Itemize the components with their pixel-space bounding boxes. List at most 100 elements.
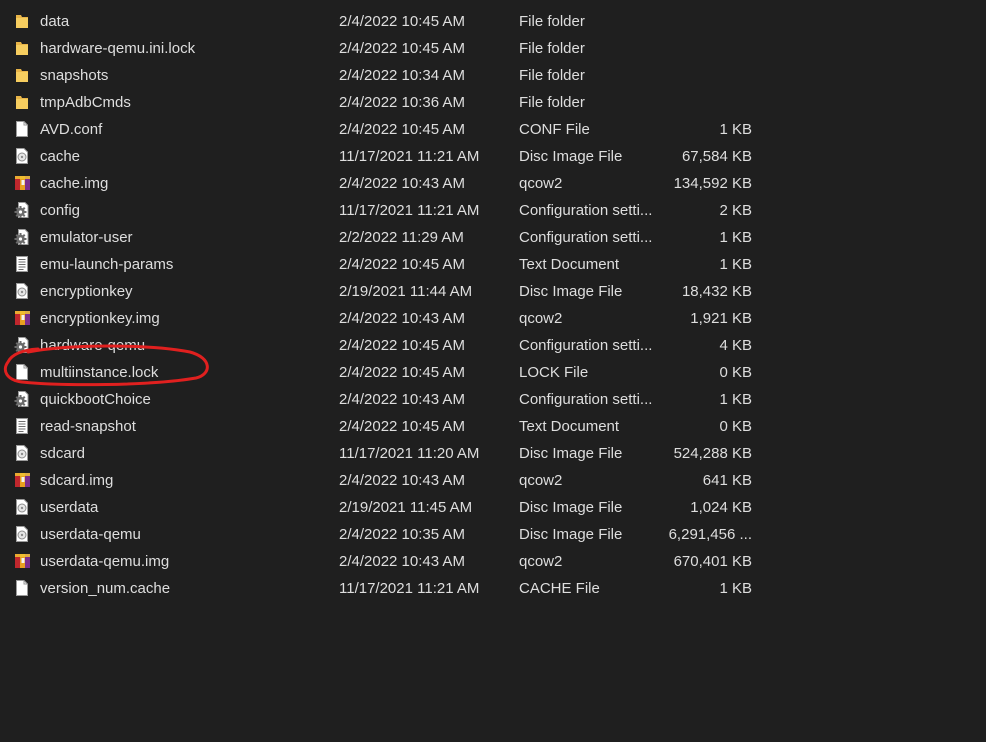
file-type: LOCK File	[519, 364, 589, 381]
file-type: qcow2	[519, 310, 563, 327]
archive-icon	[14, 309, 34, 328]
file-type: File folder	[519, 40, 585, 57]
file-size: 134,592 KB	[673, 175, 752, 192]
file-row[interactable]: sdcard 11/17/2021 11:20 AM Disc Image File…	[0, 440, 986, 467]
file-row[interactable]: userdata 2/19/2021 11:45 AM Disc Image Fil…	[0, 494, 986, 521]
file-type: Configuration setti...	[519, 202, 653, 219]
file-type: Disc Image File	[519, 499, 623, 516]
file-type: CONF File	[519, 121, 590, 138]
file-name: hardware-qemu.ini.lock	[40, 40, 196, 57]
file-type: CACHE File	[519, 580, 600, 597]
file-name: read-snapshot	[40, 418, 136, 435]
archive-icon	[14, 552, 34, 571]
file-type: qcow2	[519, 472, 563, 489]
file-name: sdcard.img	[40, 472, 114, 489]
file-date-modified: 2/4/2022 10:45 AM	[339, 418, 465, 435]
file-row[interactable]: version_num.cache 11/17/2021 11:21 AM CACH…	[0, 575, 986, 602]
file-name: userdata	[40, 499, 99, 516]
file-name: tmpAdbCmds	[40, 94, 131, 111]
file-date-modified: 2/4/2022 10:34 AM	[339, 67, 465, 84]
file-row[interactable]: cache 11/17/2021 11:21 AM Disc Image File 6…	[0, 143, 986, 170]
file-row[interactable]: tmpAdbCmds 2/4/2022 10:36 AM File folder	[0, 89, 986, 116]
file-row[interactable]: encryptionkey.img 2/4/2022 10:43 AM qcow2 1…	[0, 305, 986, 332]
archive-icon	[14, 174, 34, 193]
file-type: Disc Image File	[519, 526, 623, 543]
file-date-modified: 11/17/2021 11:21 AM	[339, 580, 480, 597]
file-date-modified: 2/4/2022 10:45 AM	[339, 337, 465, 354]
file-type: Configuration setti...	[519, 337, 653, 354]
file-row[interactable]: multiinstance.lock 2/4/2022 10:45 AM LOCK …	[0, 359, 986, 386]
file-row[interactable]: snapshots 2/4/2022 10:34 AM File folder	[0, 62, 986, 89]
file-row[interactable]: emu-launch-params 2/4/2022 10:45 AM Text D…	[0, 251, 986, 278]
disc-image-icon	[14, 498, 34, 517]
file-date-modified: 2/4/2022 10:45 AM	[339, 121, 465, 138]
file-row[interactable]: encryptionkey 2/19/2021 11:44 AM Disc Imag…	[0, 278, 986, 305]
file-size: 1 KB	[719, 391, 752, 408]
file-row[interactable]: quickbootChoice 2/4/2022 10:43 AM Configur…	[0, 386, 986, 413]
file-row[interactable]: cache.img 2/4/2022 10:43 AM qcow2 134,592 K…	[0, 170, 986, 197]
file-size	[640, 89, 752, 116]
file-row[interactable]: data 2/4/2022 10:45 AM File folder	[0, 8, 986, 35]
file-name: multiinstance.lock	[40, 364, 159, 381]
disc-image-icon	[14, 525, 34, 544]
file-type: qcow2	[519, 175, 563, 192]
file-name: sdcard	[40, 445, 86, 462]
file-row[interactable]: config 11/17/2021 11:21 AM Configuration s…	[0, 197, 986, 224]
config-gear-icon	[14, 228, 34, 247]
file-type: Text Document	[519, 256, 620, 273]
file-type: File folder	[519, 67, 585, 84]
file-size: 4 KB	[719, 337, 752, 354]
file-list: data 2/4/2022 10:45 AM File folder hardware…	[0, 8, 986, 602]
file-name: emu-launch-params	[40, 256, 174, 273]
file-date-modified: 2/4/2022 10:43 AM	[339, 391, 465, 408]
file-size: 6,291,456 ...	[668, 526, 752, 543]
file-row[interactable]: userdata-qemu.img 2/4/2022 10:43 AM qcow2 6…	[0, 548, 986, 575]
file-name: cache	[40, 148, 81, 165]
file-date-modified: 2/19/2021 11:45 AM	[339, 499, 473, 516]
file-type: Text Document	[519, 418, 620, 435]
file-date-modified: 2/4/2022 10:43 AM	[339, 310, 465, 327]
folder-icon	[14, 66, 34, 85]
file-date-modified: 2/2/2022 11:29 AM	[339, 229, 464, 246]
file-name: version_num.cache	[40, 580, 171, 597]
file-row[interactable]: AVD.conf 2/4/2022 10:45 AM CONF File 1 KB	[0, 116, 986, 143]
file-row[interactable]: hardware-qemu 2/4/2022 10:45 AM Configurat…	[0, 332, 986, 359]
blank-file-icon	[14, 120, 34, 139]
file-date-modified: 2/19/2021 11:44 AM	[339, 283, 473, 300]
file-date-modified: 2/4/2022 10:45 AM	[339, 13, 465, 30]
file-date-modified: 2/4/2022 10:45 AM	[339, 256, 465, 273]
text-document-icon	[14, 417, 34, 436]
disc-image-icon	[14, 147, 34, 166]
config-gear-icon	[14, 336, 34, 355]
file-name: snapshots	[40, 67, 109, 84]
file-name: userdata-qemu.img	[40, 553, 170, 570]
file-row[interactable]: hardware-qemu.ini.lock 2/4/2022 10:45 AM F…	[0, 35, 986, 62]
file-row[interactable]: emulator-user 2/2/2022 11:29 AM Configurat…	[0, 224, 986, 251]
file-row[interactable]: read-snapshot 2/4/2022 10:45 AM Text Docum…	[0, 413, 986, 440]
file-row[interactable]: userdata-qemu 2/4/2022 10:35 AM Disc Image…	[0, 521, 986, 548]
text-document-icon	[14, 255, 34, 274]
file-name: encryptionkey.img	[40, 310, 160, 327]
file-size: 1 KB	[719, 121, 752, 138]
file-size: 0 KB	[719, 364, 752, 381]
disc-image-icon	[14, 444, 34, 463]
file-date-modified: 11/17/2021 11:21 AM	[339, 148, 480, 165]
file-name: AVD.conf	[40, 121, 103, 138]
file-type: Disc Image File	[519, 148, 623, 165]
file-size: 641 KB	[702, 472, 752, 489]
file-date-modified: 2/4/2022 10:43 AM	[339, 175, 465, 192]
file-name: cache.img	[40, 175, 109, 192]
file-size	[640, 35, 752, 62]
file-date-modified: 2/4/2022 10:35 AM	[339, 526, 465, 543]
file-name: data	[40, 13, 70, 30]
file-size: 1 KB	[719, 256, 752, 273]
file-type: Configuration setti...	[519, 391, 653, 408]
file-size: 2 KB	[719, 202, 752, 219]
file-date-modified: 2/4/2022 10:43 AM	[339, 553, 465, 570]
file-date-modified: 2/4/2022 10:45 AM	[339, 364, 465, 381]
file-type: Disc Image File	[519, 283, 623, 300]
file-row[interactable]: sdcard.img 2/4/2022 10:43 AM qcow2 641 KB	[0, 467, 986, 494]
file-name: encryptionkey	[40, 283, 133, 300]
file-size: 1 KB	[719, 229, 752, 246]
file-type: Disc Image File	[519, 445, 623, 462]
